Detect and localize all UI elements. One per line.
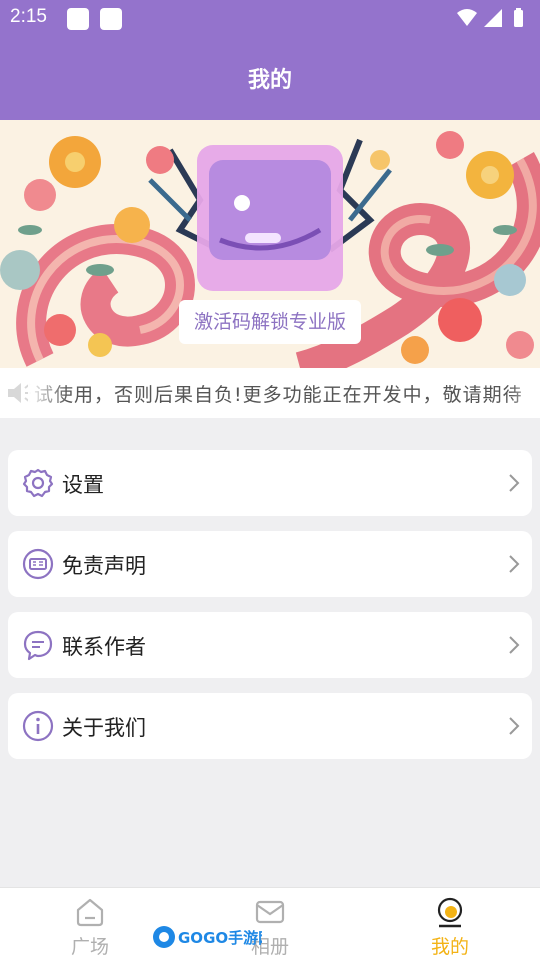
chevron-right-icon — [509, 636, 520, 654]
notice-text: 试使用，否则后果自负!更多功能正在开发中，敬请期待 — [34, 384, 523, 406]
chat-icon — [23, 630, 53, 661]
app-bar: 我的 — [0, 36, 540, 120]
page-title: 我的 — [247, 68, 292, 93]
profile-icon — [437, 897, 463, 928]
signal-icon — [484, 9, 502, 27]
menu-item-about-us[interactable]: 关于我们 — [8, 693, 532, 759]
bottom-nav: 广场 相册 我的 — [0, 887, 540, 960]
battery-icon — [514, 10, 523, 27]
menu-item-label: 关于我们 — [62, 716, 146, 740]
nav-label: 我的 — [430, 936, 469, 958]
menu-item-contact-author[interactable]: 联系作者 — [8, 612, 532, 678]
chevron-right-icon — [509, 555, 520, 573]
menu-item-settings[interactable]: 设置 — [8, 450, 532, 516]
notice-bar: 试使用，否则后果自负!更多功能正在开发中，敬请期待 — [0, 368, 540, 418]
gogo-watermark-logo: GOGO手游网 — [153, 926, 262, 948]
wifi-icon — [457, 9, 477, 26]
status-bar: 2:15 — [0, 0, 540, 36]
unlock-pro-button[interactable]: 激活码解锁专业版 — [179, 300, 361, 344]
gear-icon — [22, 468, 54, 498]
info-icon — [22, 710, 54, 742]
notification-icon — [100, 8, 122, 30]
status-time: 2:15 — [10, 6, 47, 27]
menu-item-label: 设置 — [62, 473, 104, 497]
profile-banner: 激活码解锁专业版 — [0, 120, 540, 368]
chevron-right-icon — [509, 474, 520, 492]
home-icon — [76, 898, 104, 927]
notification-icon — [67, 8, 89, 30]
status-icons — [457, 8, 523, 27]
nav-tab-mine[interactable]: 我的 — [360, 888, 540, 960]
chevron-right-icon — [509, 717, 520, 735]
menu-item-label: 免责声明 — [62, 554, 146, 578]
watermark-text: GOGO手游网 — [178, 929, 262, 947]
menu-item-disclaimer[interactable]: 免责声明 — [8, 531, 532, 597]
menu-item-label: 联系作者 — [62, 635, 146, 659]
notice-icon — [22, 548, 54, 580]
